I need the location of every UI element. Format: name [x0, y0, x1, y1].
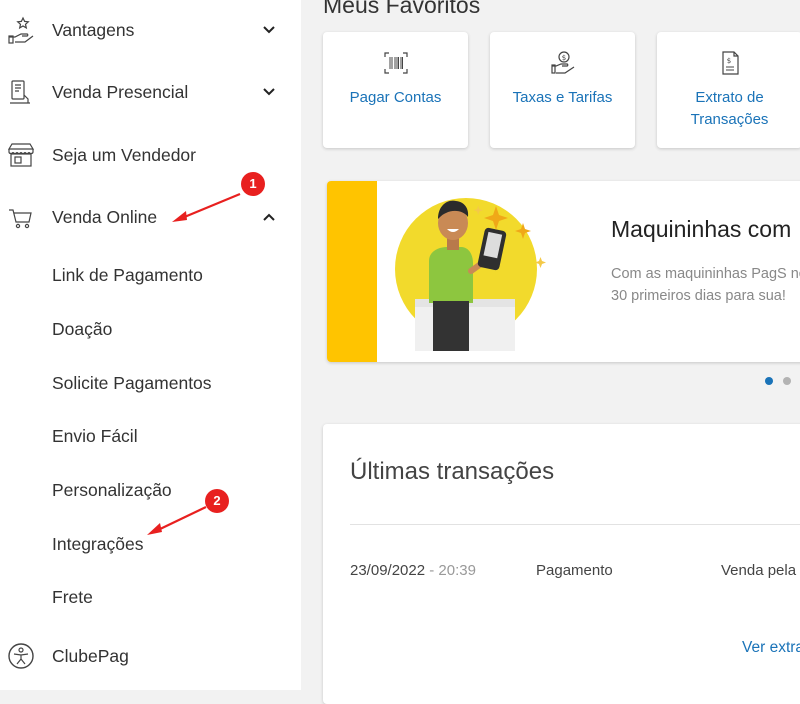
- banner-title: Maquininhas com: [611, 216, 792, 242]
- carousel-dot[interactable]: [783, 377, 791, 385]
- annotation-badge-1: 1: [241, 172, 265, 196]
- sidebar-item-label: Vantagens: [52, 19, 135, 40]
- sidebar-subitem-personalizacao[interactable]: Personalização: [52, 480, 172, 501]
- sidebar-item-label: ClubePag: [52, 645, 129, 666]
- sidebar-item-label: Seja um Vendedor: [52, 144, 196, 165]
- sidebar-item-label: Venda Online: [52, 206, 158, 227]
- promo-banner[interactable]: Maquininhas com Com as maquininhas PagS …: [327, 181, 800, 362]
- clubepag-icon: [8, 643, 34, 669]
- favorite-label: Pagar Contas: [349, 89, 442, 106]
- sidebar-item-clubepag[interactable]: ClubePag: [0, 636, 301, 676]
- chevron-up-icon[interactable]: [261, 209, 277, 225]
- favorite-label: Taxas e Tarifas: [512, 89, 613, 106]
- svg-text:$: $: [561, 54, 565, 62]
- chevron-down-icon[interactable]: [261, 84, 277, 100]
- sidebar-subitem-integracoes[interactable]: Integrações: [52, 534, 143, 555]
- transaction-date: 23/09/2022: [350, 562, 426, 579]
- barcode-icon: [383, 52, 408, 74]
- chevron-down-icon[interactable]: [261, 22, 277, 38]
- coin-hand-icon: $: [550, 51, 574, 74]
- carousel-dot-active[interactable]: [765, 377, 773, 385]
- favorite-label: Extrato de Transações: [690, 89, 769, 128]
- divider: [350, 524, 800, 525]
- annotation-badge-2: 2: [205, 489, 229, 513]
- cart-icon: [9, 209, 32, 229]
- sidebar-item-seja-um-vendedor[interactable]: Seja um Vendedor: [0, 135, 301, 175]
- sidebar-item-venda-presencial[interactable]: Venda Presencial: [0, 72, 301, 112]
- favorite-card-extrato-de-transacoes[interactable]: $ Extrato de Transações: [657, 32, 800, 148]
- sidebar-item-label: Venda Presencial: [52, 81, 189, 102]
- transaction-description: Venda pela: [721, 562, 797, 579]
- sidebar-item-venda-online[interactable]: Venda Online: [0, 197, 301, 237]
- sidebar-subitem-doacao[interactable]: Doação: [52, 319, 112, 340]
- view-statement-link[interactable]: Ver extra: [742, 639, 800, 657]
- transaction-time: - 20:39: [429, 562, 476, 579]
- favorite-card-taxas-e-tarifas[interactable]: $ Taxas e Tarifas: [490, 32, 635, 148]
- sidebar-subitem-frete[interactable]: Frete: [52, 587, 93, 608]
- sidebar-subitem-link-de-pagamento[interactable]: Link de Pagamento: [52, 265, 203, 286]
- banner-text: Com as maquininhas PagS nos 30 primeiros…: [611, 266, 800, 304]
- receipt-icon: [10, 80, 30, 104]
- sidebar-subitem-solicite-pagamentos[interactable]: Solicite Pagamentos: [52, 373, 212, 394]
- transaction-row[interactable]: 23/09/2022 - 20:39: [350, 562, 476, 579]
- favorites-title: Meus Favoritos: [323, 0, 481, 18]
- banner-accent-stripe: [327, 181, 377, 362]
- person-with-card-machine-illustration: [395, 198, 546, 351]
- transaction-type: Pagamento: [536, 562, 613, 579]
- hand-star-icon: [8, 16, 34, 44]
- favorite-card-pagar-contas[interactable]: Pagar Contas: [323, 32, 468, 148]
- statement-icon: $: [721, 51, 739, 75]
- sidebar-subitem-envio-facil[interactable]: Envio Fácil: [52, 426, 138, 447]
- transactions-title: Últimas transações: [350, 458, 555, 485]
- storefront-icon: [7, 143, 35, 167]
- sidebar: Vantagens Venda Presencial Seja um Vende…: [0, 0, 301, 690]
- svg-text:$: $: [726, 57, 730, 65]
- sidebar-item-vantagens[interactable]: Vantagens: [0, 10, 301, 50]
